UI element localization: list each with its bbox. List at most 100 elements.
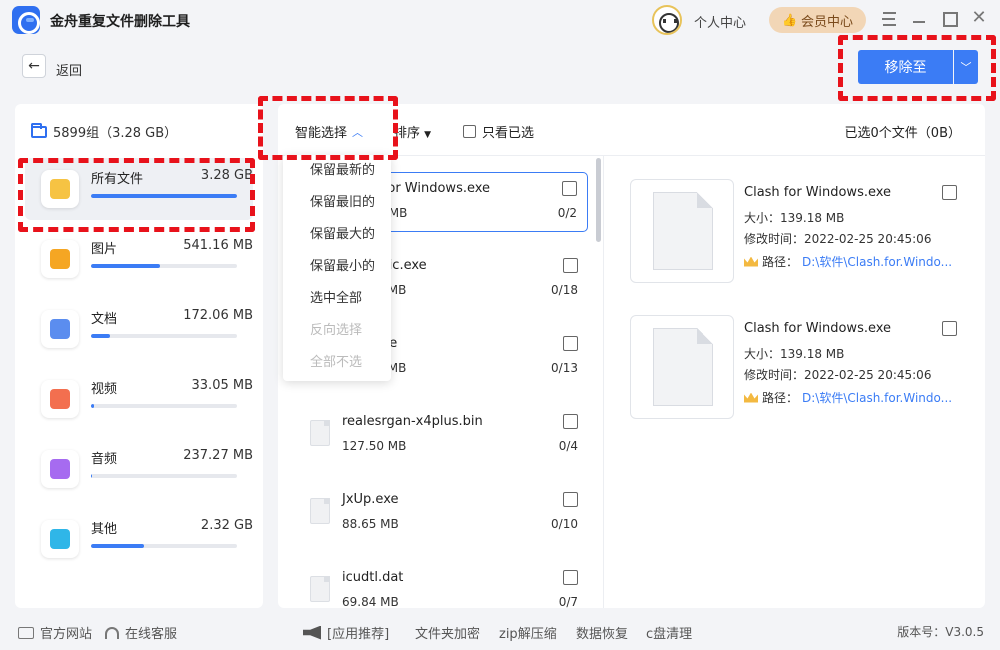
document-icon: [41, 310, 79, 348]
menu-icon[interactable]: [880, 10, 898, 28]
duplicate-detail-card[interactable]: Clash for Windows.exe 大小：139.18 MB 修改时间：20…: [630, 179, 970, 289]
only-selected-checkbox[interactable]: [463, 125, 476, 138]
close-icon[interactable]: ✕: [970, 7, 988, 28]
detail-checkbox[interactable]: [942, 321, 957, 336]
file-count: 0/13: [551, 361, 578, 375]
headset-icon: [105, 626, 119, 639]
smart-menu-item[interactable]: 保留最大的: [283, 219, 391, 251]
monitor-icon: [18, 626, 34, 639]
vip-center-label: 会员中心: [800, 13, 853, 29]
file-icon: [310, 498, 330, 524]
back-button[interactable]: ←: [22, 54, 46, 78]
file-icon: [310, 420, 330, 446]
category-item[interactable]: 其他 2.32 GB: [25, 508, 253, 570]
only-selected-label: 只看已选: [482, 126, 535, 141]
official-site-label: 官方网站: [40, 627, 93, 642]
annotation-all-files: [18, 158, 255, 232]
category-name: 视频: [91, 382, 118, 397]
category-item[interactable]: 文档 172.06 MB: [25, 298, 253, 360]
avatar[interactable]: [652, 5, 682, 35]
file-checkbox[interactable]: [563, 336, 578, 351]
file-list-item[interactable]: icudtl.dat 69.84 MB 0/7: [292, 562, 588, 608]
file-list-scrollbar[interactable]: [596, 158, 601, 242]
footer-link-c-clean[interactable]: c盘清理: [646, 623, 692, 642]
version-label: 版本号：V3.0.5: [897, 625, 984, 639]
file-checkbox[interactable]: [563, 414, 578, 429]
detail-checkbox[interactable]: [942, 185, 957, 200]
file-thumbnail: [630, 179, 734, 283]
category-item[interactable]: 图片 541.16 MB: [25, 228, 253, 290]
annotation-smart-select: [258, 96, 398, 160]
official-site-link[interactable]: 官方网站: [18, 623, 92, 642]
file-checkbox[interactable]: [562, 181, 577, 196]
footer-link-unzip[interactable]: zip解压缩: [499, 623, 557, 642]
category-size: 172.06 MB: [183, 308, 253, 323]
title-bar: 金舟重复文件删除工具 个人中心 👍 会员中心 ✕: [0, 0, 1000, 40]
recommend-text: [应用推荐]: [327, 627, 390, 642]
vip-center-button[interactable]: 👍 会员中心: [769, 7, 866, 33]
detail-path-link[interactable]: D:\软件\Clash.for.Windo...: [802, 253, 952, 270]
recommend-label: [应用推荐]: [303, 623, 389, 642]
file-size: 69.84 MB: [342, 595, 399, 608]
arrow-left-icon: ←: [28, 58, 40, 74]
category-item[interactable]: 音频 237.27 MB: [25, 438, 253, 500]
crown-icon: [744, 256, 758, 267]
category-progress: [91, 264, 237, 268]
online-service-link[interactable]: 在线客服: [105, 623, 177, 642]
crown-icon: [744, 392, 758, 403]
category-progress: [91, 474, 237, 478]
file-name: JxUp.exe: [342, 492, 399, 507]
megaphone-icon: [303, 625, 321, 640]
back-label[interactable]: 返回: [56, 60, 82, 79]
footer-link-encrypt[interactable]: 文件夹加密: [415, 623, 480, 642]
online-service-label: 在线客服: [125, 627, 178, 642]
apps-icon: [41, 520, 79, 558]
category-name: 其他: [91, 522, 118, 537]
file-size: 88.65 MB: [342, 517, 399, 531]
footer-link-recovery[interactable]: 数据恢复: [576, 623, 628, 642]
file-list-item[interactable]: JxUp.exe 88.65 MB 0/10: [292, 484, 588, 544]
status-bar: 官方网站 在线客服 [应用推荐] 文件夹加密 zip解压缩 数据恢复 c盘清理 …: [0, 612, 1000, 650]
selected-info: 已选0个文件（0B）: [844, 126, 961, 141]
category-item[interactable]: 视频 33.05 MB: [25, 368, 253, 430]
detail-path-label: 路径：: [762, 391, 799, 405]
detail-modified-time: 修改时间：2022-02-25 20:45:06: [744, 232, 932, 246]
detail-file-name: Clash for Windows.exe: [744, 321, 892, 336]
file-list-item[interactable]: realesrgan-x4plus.bin 127.50 MB 0/4: [292, 406, 588, 466]
smart-menu-item[interactable]: 保留最小的: [283, 251, 391, 283]
file-name: realesrgan-x4plus.bin: [342, 414, 483, 429]
category-progress: [91, 544, 237, 548]
category-name: 文档: [91, 312, 118, 327]
category-name: 图片: [91, 242, 118, 257]
video-icon: [41, 380, 79, 418]
detail-path: 路径： D:\软件\Clash.for.Windo...: [744, 253, 952, 270]
file-checkbox[interactable]: [563, 492, 578, 507]
only-selected-toggle[interactable]: 只看已选: [463, 122, 534, 141]
detail-modified-time: 修改时间：2022-02-25 20:45:06: [744, 368, 932, 382]
file-checkbox[interactable]: [563, 258, 578, 273]
category-size: 33.05 MB: [191, 378, 253, 393]
sort-button[interactable]: 排序 ▼: [394, 122, 431, 141]
group-summary: 5899组（3.28 GB）: [31, 122, 177, 141]
file-count: 0/10: [551, 517, 578, 531]
caret-down-icon: ▼: [424, 130, 432, 140]
music-icon: [41, 450, 79, 488]
file-checkbox[interactable]: [563, 570, 578, 585]
smart-menu-item[interactable]: 选中全部: [283, 283, 391, 315]
file-count: 0/4: [558, 439, 578, 453]
image-icon: [41, 240, 79, 278]
personal-center-link[interactable]: 个人中心: [694, 12, 746, 31]
maximize-icon[interactable]: [941, 10, 959, 28]
smart-menu-item[interactable]: 保留最旧的: [283, 187, 391, 219]
duplicate-detail-card[interactable]: Clash for Windows.exe 大小：139.18 MB 修改时间：20…: [630, 315, 970, 425]
category-progress: [91, 404, 237, 408]
detail-path-link[interactable]: D:\软件\Clash.for.Windo...: [802, 389, 952, 406]
category-size: 2.32 GB: [200, 518, 253, 533]
detail-path-label: 路径：: [762, 255, 799, 269]
detail-file-name: Clash for Windows.exe: [744, 185, 892, 200]
minimize-icon[interactable]: [910, 10, 928, 28]
detail-file-size: 大小：139.18 MB: [744, 211, 845, 225]
group-summary-label: 5899组（3.28 GB）: [53, 126, 178, 141]
folder-icon: [31, 122, 47, 138]
smart-select-menu: 保留最新的 保留最旧的 保留最大的 保留最小的 选中全部 反向选择 全部不选: [283, 155, 391, 381]
